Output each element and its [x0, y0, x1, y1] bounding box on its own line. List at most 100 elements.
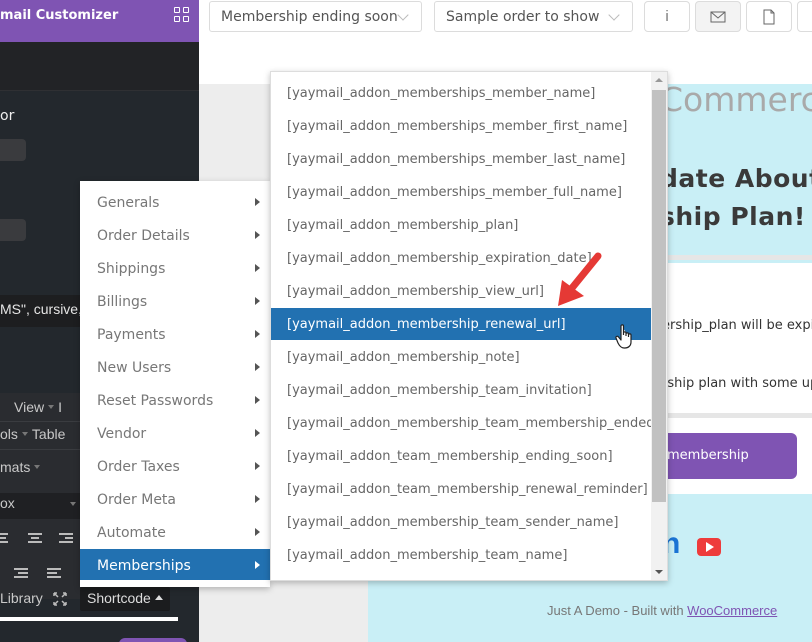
shortcode-item[interactable]: [yaymail_addon_membership_expiration_dat…: [271, 242, 652, 275]
menu-item-order-taxes[interactable]: Order Taxes: [80, 450, 270, 483]
submenu-arrow-icon: [255, 330, 260, 338]
membership-shortcode-menu: [yaymail_addon_memberships_member_name] …: [270, 71, 668, 581]
envelope-icon: [710, 11, 726, 22]
document-icon: [763, 9, 775, 24]
align-right-icon[interactable]: [59, 533, 73, 545]
email-heading-line2: ship Plan!: [660, 202, 806, 231]
document-button[interactable]: [746, 1, 792, 32]
menu-item-reset-passwords[interactable]: Reset Passwords: [80, 384, 270, 417]
renew-membership-button[interactable]: membership: [655, 433, 797, 479]
shortcode-item[interactable]: [yaymail_addon_membership_note]: [271, 341, 652, 374]
indent-icon[interactable]: [47, 568, 61, 580]
email-footer: Just A Demo - Built with WooCommerce: [547, 603, 777, 618]
setting-label: or: [0, 108, 15, 124]
email-logo-text: Commerc: [660, 80, 812, 119]
menu-item-shippings[interactable]: Shippings: [80, 252, 270, 285]
formats-dropdown[interactable]: mats: [0, 459, 80, 475]
menu-item-order-meta[interactable]: Order Meta: [80, 483, 270, 516]
shortcode-item-selected[interactable]: [yaymail_addon_membership_renewal_url]: [271, 308, 652, 340]
outdent-icon[interactable]: [14, 568, 28, 580]
toolbar-divider: [0, 449, 80, 450]
editor-content-edge: [0, 617, 178, 621]
scrollbar[interactable]: [651, 72, 667, 580]
submenu-arrow-icon: [255, 231, 260, 239]
shortcode-item[interactable]: [yaymail_addon_memberships_member_full_n…: [271, 176, 652, 209]
caret-up-icon: [154, 595, 163, 601]
scroll-up-icon[interactable]: [655, 78, 663, 82]
submenu-arrow-icon: [255, 396, 260, 404]
shortcode-item[interactable]: [yaymail_addon_membership_team_name]: [271, 539, 652, 572]
shortcode-item[interactable]: [yaymail_addon_memberships_member_name]: [271, 77, 652, 110]
scroll-down-icon[interactable]: [655, 570, 663, 574]
toolbar-divider: [0, 421, 80, 422]
shortcode-item[interactable]: [yaymail_addon_membership_team_invitatio…: [271, 374, 652, 407]
submenu-arrow-icon: [255, 297, 260, 305]
caret-down-icon: [48, 405, 55, 410]
menu-item-billings[interactable]: Billings: [80, 285, 270, 318]
app-title: mail Customizer: [0, 8, 119, 23]
footer-prefix: Just A Demo - Built with: [547, 603, 688, 618]
email-divider: [660, 255, 812, 260]
shortcode-item[interactable]: [yaymail_addon_membership_team_sender_na…: [271, 506, 652, 539]
editor-toolbar: View I ols Table mats ox: [0, 393, 80, 599]
menu-tools[interactable]: ols Table: [0, 426, 80, 442]
menu-item-payments[interactable]: Payments: [80, 318, 270, 351]
more-button[interactable]: [797, 1, 812, 32]
info-button[interactable]: i: [644, 1, 690, 32]
submenu-arrow-icon: [255, 462, 260, 470]
info-icon: i: [665, 8, 669, 25]
menu-item-vendor[interactable]: Vendor: [80, 417, 270, 450]
submenu-arrow-icon: [255, 363, 260, 371]
menu-item-order-details[interactable]: Order Details: [80, 219, 270, 252]
menu-item-new-users[interactable]: New Users: [80, 351, 270, 384]
shortcode-item[interactable]: [yaymail_addon_team_membership_ending_so…: [271, 440, 652, 473]
submenu-arrow-icon: [255, 198, 260, 206]
sample-order-value: Sample order to show: [446, 9, 600, 25]
caret-down-icon: [34, 465, 41, 470]
shortcode-item[interactable]: [yaymail_addon_memberships_member_last_n…: [271, 143, 652, 176]
shortcode-item[interactable]: [yaymail_addon_membership_view_url]: [271, 275, 652, 308]
email-body-line1: ership_plan will be expi: [662, 318, 812, 333]
email-heading-line1: date About: [660, 164, 812, 193]
scrollbar-thumb[interactable]: [652, 90, 666, 502]
submenu-arrow-icon: [255, 429, 260, 437]
fullscreen-icon[interactable]: [52, 591, 68, 607]
woocommerce-link[interactable]: WooCommerce: [687, 603, 777, 618]
sidebar-subheader: [0, 42, 199, 91]
setting-input[interactable]: [0, 219, 26, 241]
shortcode-item[interactable]: [yaymail_addon_membership_team_membershi…: [271, 407, 660, 440]
email-body: ership_plan will be expi rship plan with…: [660, 263, 812, 413]
email-type-select[interactable]: Membership ending soon: [209, 1, 422, 32]
font-size-dropdown[interactable]: ox: [0, 493, 80, 519]
media-library-button[interactable]: Library: [0, 590, 43, 606]
email-type-value: Membership ending soon: [221, 9, 398, 25]
save-button[interactable]: [119, 638, 187, 642]
sidebar-header: mail Customizer: [0, 0, 199, 42]
shortcode-item[interactable]: [yaymail_addon_memberships_member_first_…: [271, 110, 652, 143]
shortcode-item[interactable]: [yaymail_addon_membership_plan]: [271, 209, 652, 242]
setting-input[interactable]: [0, 139, 26, 161]
menu-item-memberships[interactable]: Memberships: [80, 549, 270, 580]
align-center-icon[interactable]: [28, 533, 42, 545]
font-family-field[interactable]: MS", cursive,: [0, 295, 80, 327]
yaymail-customizer: Commerc date About ship Plan! ership_pla…: [0, 0, 812, 642]
shortcode-button[interactable]: Shortcode: [80, 587, 170, 611]
chevron-down-icon: [397, 9, 409, 21]
youtube-icon[interactable]: [697, 538, 721, 556]
send-email-button[interactable]: [695, 1, 741, 32]
submenu-arrow-icon: [255, 528, 260, 536]
align-left-icon[interactable]: [0, 533, 14, 545]
grid-icon[interactable]: [174, 7, 190, 23]
caret-down-icon: [70, 502, 76, 506]
submenu-arrow-icon: [255, 561, 260, 569]
sample-order-select[interactable]: Sample order to show: [434, 1, 633, 32]
menu-item-generals[interactable]: Generals: [80, 186, 270, 219]
submenu-arrow-icon: [255, 495, 260, 503]
menu-item-automate[interactable]: Automate: [80, 516, 270, 549]
caret-down-icon: [21, 432, 28, 437]
email-body-line2: rship plan with some up: [662, 376, 812, 391]
email-heading: date About ship Plan!: [660, 160, 812, 236]
chevron-down-icon: [608, 9, 620, 21]
shortcode-item[interactable]: [yaymail_addon_team_membership_renewal_r…: [271, 473, 652, 506]
shortcode-category-menu: Generals Order Details Shippings Billing…: [80, 181, 270, 587]
